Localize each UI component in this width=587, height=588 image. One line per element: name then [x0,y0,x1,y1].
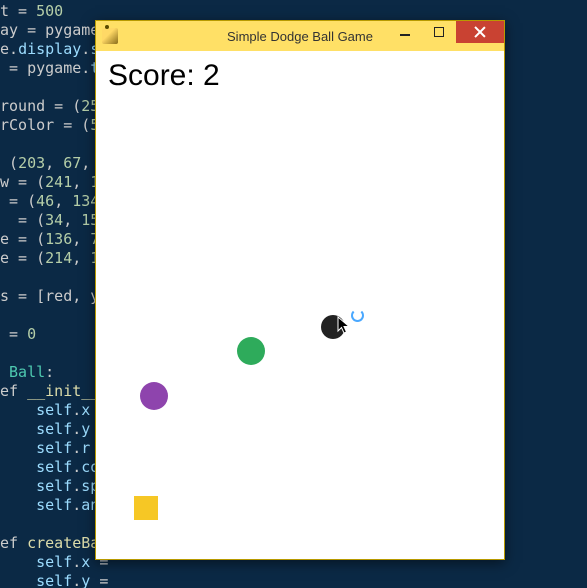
close-button[interactable] [456,21,504,43]
titlebar[interactable]: Simple Dodge Ball Game [96,21,504,51]
player [134,496,158,520]
ball-0 [237,337,265,365]
game-window: Simple Dodge Ball Game Score: 2 [95,20,505,560]
ball-1 [140,382,168,410]
score-label: Score: 2 [108,59,220,93]
ball-2 [321,315,345,339]
pygame-icon [102,28,118,44]
window-controls [388,21,504,43]
minimize-button[interactable] [388,21,422,43]
game-canvas[interactable]: Score: 2 [96,51,504,559]
maximize-button[interactable] [422,21,456,43]
